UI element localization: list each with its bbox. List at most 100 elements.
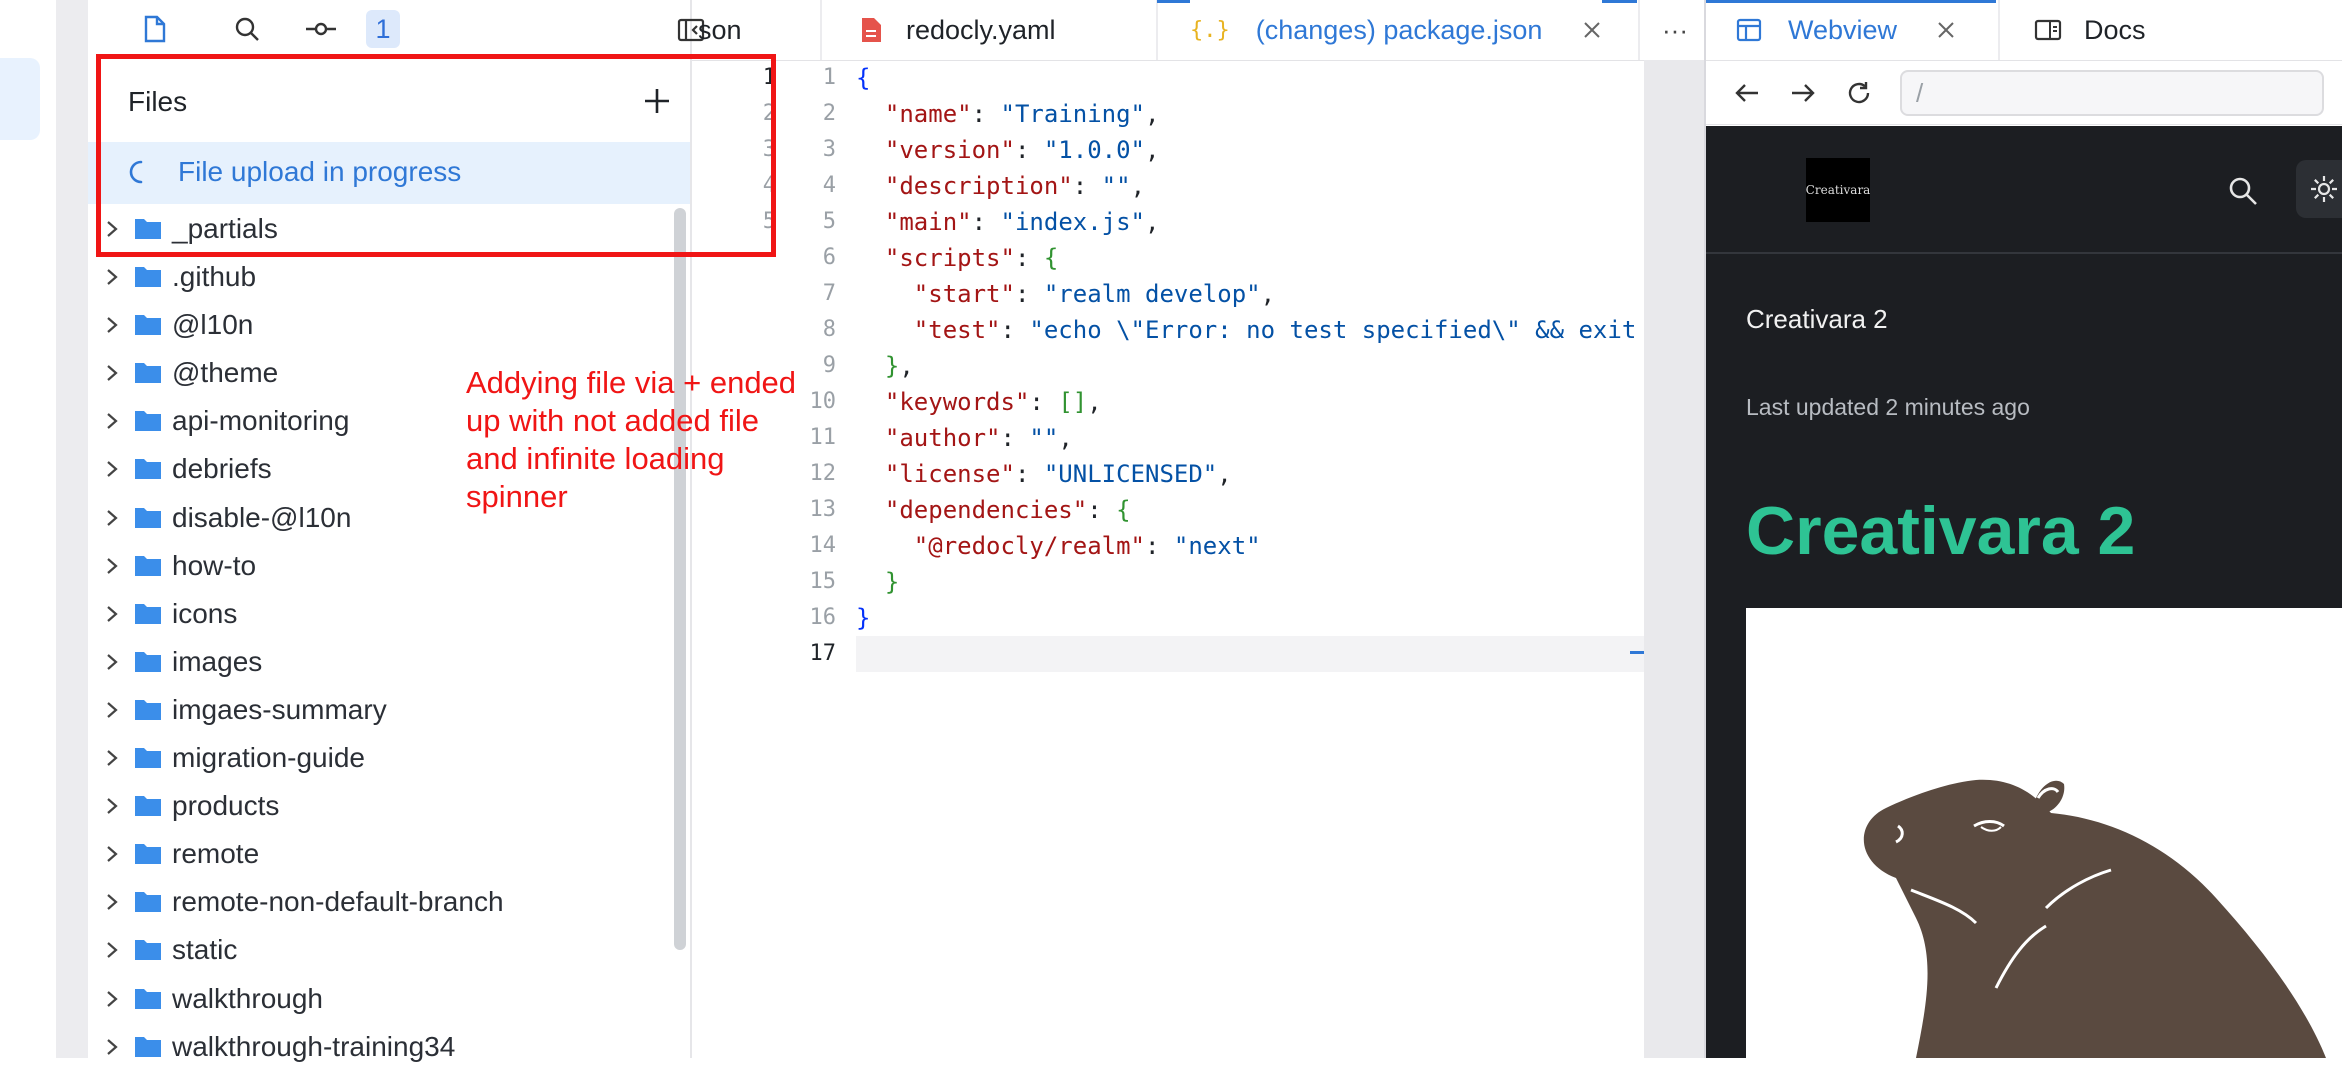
code-line[interactable]: "dependencies": {: [856, 492, 1644, 528]
sidebar-scrollbar[interactable]: [674, 208, 686, 950]
folder-name: remote: [172, 838, 259, 870]
chevron-right-icon[interactable]: [104, 844, 120, 864]
code-line[interactable]: "test": "echo \"Error: no test specified…: [856, 312, 1644, 348]
folder-row[interactable]: products: [88, 783, 690, 831]
theme-toggle-button[interactable]: [2296, 160, 2342, 218]
folder-row[interactable]: walkthrough: [88, 976, 690, 1024]
reload-icon[interactable]: [1846, 63, 1872, 123]
webview-content: Creativara Creativara 2 Last updated 2 m…: [1706, 126, 2342, 1058]
folder-row[interactable]: icons: [88, 591, 690, 639]
code-lines[interactable]: { "name": "Training", "version": "1.0.0"…: [856, 60, 1644, 672]
code-line[interactable]: "name": "Training",: [856, 96, 1644, 132]
tab-package-json[interactable]: {.} (changes) package.json: [1190, 0, 1602, 60]
site-logo[interactable]: Creativara: [1806, 158, 1870, 222]
chevron-right-icon[interactable]: [104, 508, 120, 528]
code-line[interactable]: {: [856, 60, 1644, 96]
chevron-right-icon[interactable]: [104, 459, 120, 479]
folder-row[interactable]: remote-non-default-branch: [88, 879, 690, 927]
url-input[interactable]: /: [1900, 70, 2324, 116]
chevron-right-icon[interactable]: [104, 604, 120, 624]
tab-docs[interactable]: Docs: [1998, 0, 2240, 60]
chevron-right-icon[interactable]: [104, 796, 120, 816]
line-number: 8: [788, 312, 836, 348]
folder-name: how-to: [172, 550, 256, 582]
folder-name: api-monitoring: [172, 405, 349, 437]
folder-row[interactable]: @l10n: [88, 302, 690, 350]
chevron-right-icon[interactable]: [104, 940, 120, 960]
code-line[interactable]: }: [856, 564, 1644, 600]
code-line[interactable]: "@redocly/realm": "next": [856, 528, 1644, 564]
files-icon[interactable]: [138, 12, 172, 46]
code-area[interactable]: 1 2 3 4 5 1 2 3 4 5 6 7 8 9 10 11 12 13 …: [692, 60, 1644, 1058]
folder-name: icons: [172, 598, 237, 630]
chevron-right-icon[interactable]: [104, 652, 120, 672]
tab-separator: [1156, 0, 1158, 60]
line-number: 14: [788, 528, 836, 564]
folder-name: @l10n: [172, 309, 253, 341]
chevron-right-icon[interactable]: [104, 315, 120, 335]
folder-row[interactable]: remote: [88, 831, 690, 879]
folder-icon: [134, 553, 162, 577]
folder-row[interactable]: migration-guide: [88, 735, 690, 783]
changes-count-badge[interactable]: 1: [366, 10, 400, 48]
code-line[interactable]: "description": "",: [856, 168, 1644, 204]
code-line[interactable]: },: [856, 348, 1644, 384]
folder-row[interactable]: images: [88, 639, 690, 687]
code-line[interactable]: "main": "index.js",: [856, 204, 1644, 240]
chevron-right-icon[interactable]: [104, 892, 120, 912]
folder-icon: [134, 505, 162, 529]
chevron-right-icon[interactable]: [104, 411, 120, 431]
line-number: 4: [788, 168, 836, 204]
folder-row[interactable]: how-to: [88, 543, 690, 591]
folder-name: migration-guide: [172, 742, 365, 774]
close-icon[interactable]: [1936, 0, 1956, 60]
code-line[interactable]: "keywords": [],: [856, 384, 1644, 420]
code-line[interactable]: "license": "UNLICENSED",: [856, 456, 1644, 492]
activity-rail-selected[interactable]: [0, 58, 40, 140]
rail-divider: [56, 0, 88, 1058]
tab-redocly-yaml[interactable]: redocly.yaml: [860, 0, 1056, 60]
folder-icon: [134, 312, 162, 336]
folder-row[interactable]: static: [88, 927, 690, 975]
tab-separator: [1638, 0, 1640, 60]
site-navbar: Creativara: [1706, 126, 2342, 254]
folder-icon: [134, 649, 162, 673]
chevron-right-icon[interactable]: [104, 700, 120, 720]
more-tabs-button[interactable]: ···: [1662, 0, 1688, 60]
git-commit-icon[interactable]: [304, 12, 338, 46]
chevron-right-icon[interactable]: [104, 1037, 120, 1057]
folder-icon: [134, 697, 162, 721]
folder-row[interactable]: .github: [88, 254, 690, 302]
search-icon[interactable]: [230, 12, 264, 46]
line-number: 16: [788, 600, 836, 636]
editor-scroll-gutter[interactable]: [1644, 60, 1704, 1058]
line-number: 1: [788, 60, 836, 96]
code-line[interactable]: "version": "1.0.0",: [856, 132, 1644, 168]
folder-row[interactable]: imgaes-summary: [88, 687, 690, 735]
folder-icon: [134, 745, 162, 769]
code-line[interactable]: }: [856, 600, 1644, 636]
code-line[interactable]: [856, 636, 1644, 672]
line-number: 5: [788, 204, 836, 240]
webview-icon: [1736, 0, 1762, 60]
back-arrow-icon[interactable]: [1734, 63, 1760, 123]
search-icon[interactable]: [2228, 176, 2258, 206]
chevron-right-icon[interactable]: [104, 989, 120, 1009]
code-line[interactable]: "scripts": {: [856, 240, 1644, 276]
chevron-right-icon[interactable]: [104, 363, 120, 383]
line-number: 2: [788, 96, 836, 132]
tab-partial-json[interactable]: son: [698, 0, 742, 60]
folder-icon: [134, 360, 162, 384]
code-line[interactable]: "start": "realm develop",: [856, 276, 1644, 312]
chevron-right-icon[interactable]: [104, 267, 120, 287]
site-breadcrumb[interactable]: Creativara 2: [1746, 304, 1888, 335]
chevron-right-icon[interactable]: [104, 556, 120, 576]
forward-arrow-icon[interactable]: [1790, 63, 1816, 123]
folder-row[interactable]: walkthrough-training34: [88, 1024, 690, 1072]
tab-webview[interactable]: Webview: [1706, 0, 1996, 60]
chevron-right-icon[interactable]: [104, 748, 120, 768]
browser-toolbar: /: [1706, 62, 2342, 125]
tab-separator: [820, 0, 822, 60]
code-line[interactable]: "author": "",: [856, 420, 1644, 456]
close-icon[interactable]: [1582, 20, 1602, 40]
